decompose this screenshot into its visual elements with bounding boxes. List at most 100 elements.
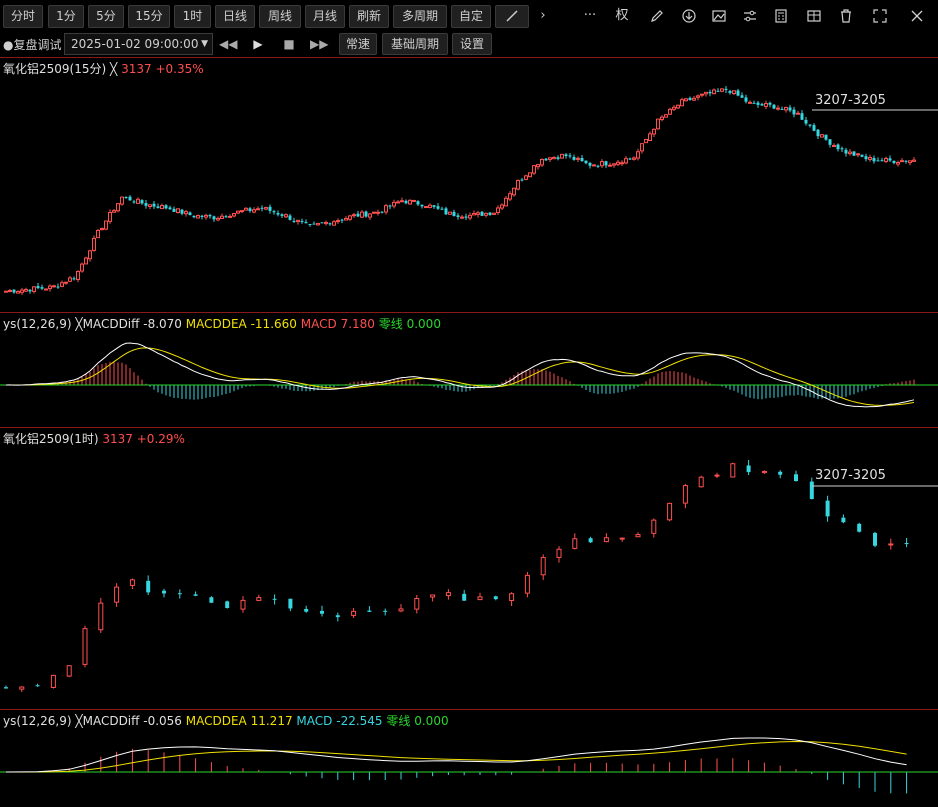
fullscreen-icon[interactable]	[870, 6, 890, 26]
period-button-monthly[interactable]: 月线	[305, 5, 345, 28]
replay-datetime-select[interactable]: 2025-01-02 09:00:00 ▼	[64, 33, 213, 55]
candle-body	[136, 198, 140, 204]
candle-body	[756, 102, 760, 105]
candle-body	[672, 106, 676, 110]
candle-body	[668, 108, 672, 115]
candle-body	[132, 201, 136, 203]
chevron-right-icon[interactable]: ›	[533, 6, 553, 26]
period-button-5min[interactable]: 5分	[88, 5, 124, 28]
candle-body	[888, 158, 892, 161]
play-icon[interactable]: ▶	[249, 35, 267, 53]
replay-debug-label: ●复盘调试	[3, 38, 62, 52]
custom-button[interactable]: 自定	[451, 5, 491, 28]
trash-icon[interactable]	[836, 6, 856, 26]
candle-body	[424, 206, 428, 209]
candle-chart-1hour[interactable]	[0, 428, 938, 710]
candle-body	[264, 207, 268, 210]
candle-body	[456, 215, 460, 217]
candle-body	[620, 162, 624, 165]
pen-icon[interactable]	[647, 6, 667, 26]
candle-body	[832, 145, 836, 148]
candle-body	[256, 208, 260, 211]
draw-line-button[interactable]	[495, 5, 529, 28]
close-icon[interactable]	[907, 6, 927, 26]
rights-adjust-icon[interactable]: 权	[612, 6, 632, 26]
settings-button[interactable]: 设置	[452, 33, 492, 55]
candle-panel-15min[interactable]: 氧化铝2509(15分) ╳ 3137 +0.35% 3207-3205	[0, 57, 938, 312]
zero-line-label: 零线	[378, 317, 403, 331]
close-x-icon[interactable]: ╳	[75, 317, 82, 331]
period-button-daily[interactable]: 日线	[215, 5, 255, 28]
period-button-1hour[interactable]: 1时	[174, 5, 211, 28]
candle-body	[468, 214, 472, 219]
candle-body	[184, 211, 188, 215]
candle-body	[240, 599, 246, 610]
period-button-fenshi[interactable]: 分时	[3, 5, 43, 28]
candle-body	[700, 93, 704, 96]
close-x-icon[interactable]: ╳	[75, 714, 82, 728]
base-period-button[interactable]: 基础周期	[382, 33, 448, 55]
candle-body	[778, 471, 783, 475]
candle-body	[680, 99, 684, 107]
more-dots-icon[interactable]: ···	[580, 6, 600, 26]
zero-line-label: 零线	[386, 714, 411, 728]
period-button-weekly[interactable]: 周线	[259, 5, 301, 28]
candle-body	[780, 108, 784, 110]
candle-body	[740, 95, 744, 98]
calculator-icon[interactable]	[771, 6, 791, 26]
candle-body	[588, 162, 592, 166]
candle-body	[351, 610, 357, 616]
multi-period-button[interactable]: 多周期	[393, 5, 447, 28]
candle-body	[156, 206, 160, 209]
candle-body	[684, 98, 688, 102]
macd-panel-1hour[interactable]: ys(12,26,9) ╳MACDDiff -0.056 MACDDEA 11.…	[0, 709, 938, 807]
refresh-button[interactable]: 刷新	[349, 5, 389, 28]
candle-body	[904, 160, 908, 162]
step-back-icon[interactable]: ◀◀	[219, 35, 237, 53]
candle-body	[168, 207, 172, 210]
candle-body	[146, 580, 151, 593]
sliders-icon[interactable]	[740, 6, 760, 26]
stop-icon[interactable]: ■	[280, 35, 298, 53]
candle-body	[256, 597, 262, 601]
candle-body	[448, 211, 452, 215]
candle-body	[332, 221, 336, 226]
candle-body	[794, 474, 798, 482]
candle-body	[19, 686, 25, 690]
candle-body	[368, 213, 372, 218]
candle-body	[504, 197, 508, 207]
candle-body	[420, 204, 424, 207]
candle-body	[209, 597, 214, 603]
candle-panel-1hour[interactable]: 氧化铝2509(1时) 3137 +0.29% 3207-3205	[0, 427, 938, 709]
candle-body	[904, 543, 909, 545]
macd-panel-15min[interactable]: ys(12,26,9) ╳MACDDiff -8.070 MACDDEA -11…	[0, 312, 938, 427]
candle-body	[204, 214, 208, 218]
candle-body	[240, 210, 244, 213]
chevron-down-icon: ▼	[201, 39, 208, 49]
candle-body	[188, 212, 192, 216]
candle-body	[520, 179, 524, 181]
candle-body	[408, 199, 412, 205]
close-x-icon[interactable]: ╳	[110, 62, 117, 76]
candle-body	[248, 208, 252, 211]
candle-body	[140, 200, 144, 204]
period-button-1min[interactable]: 1分	[48, 5, 84, 28]
candle-body	[544, 158, 548, 161]
step-forward-icon[interactable]: ▶▶	[310, 35, 328, 53]
table-icon[interactable]	[804, 6, 824, 26]
candle-body	[225, 601, 230, 609]
candle-body	[114, 586, 120, 603]
candle-body	[236, 210, 240, 214]
speed-button[interactable]: 常速	[339, 33, 377, 55]
candle-body	[692, 97, 696, 101]
download-icon[interactable]	[679, 6, 699, 26]
candle-body	[624, 158, 628, 164]
candle-body	[496, 207, 500, 213]
candle-body	[616, 161, 620, 165]
candle-body	[28, 289, 32, 292]
candle-chart-15min[interactable]	[0, 58, 938, 313]
candle-body	[64, 281, 68, 284]
period-button-15min[interactable]: 15分	[128, 5, 170, 28]
candle-body	[92, 237, 96, 251]
image-icon[interactable]	[709, 6, 729, 26]
